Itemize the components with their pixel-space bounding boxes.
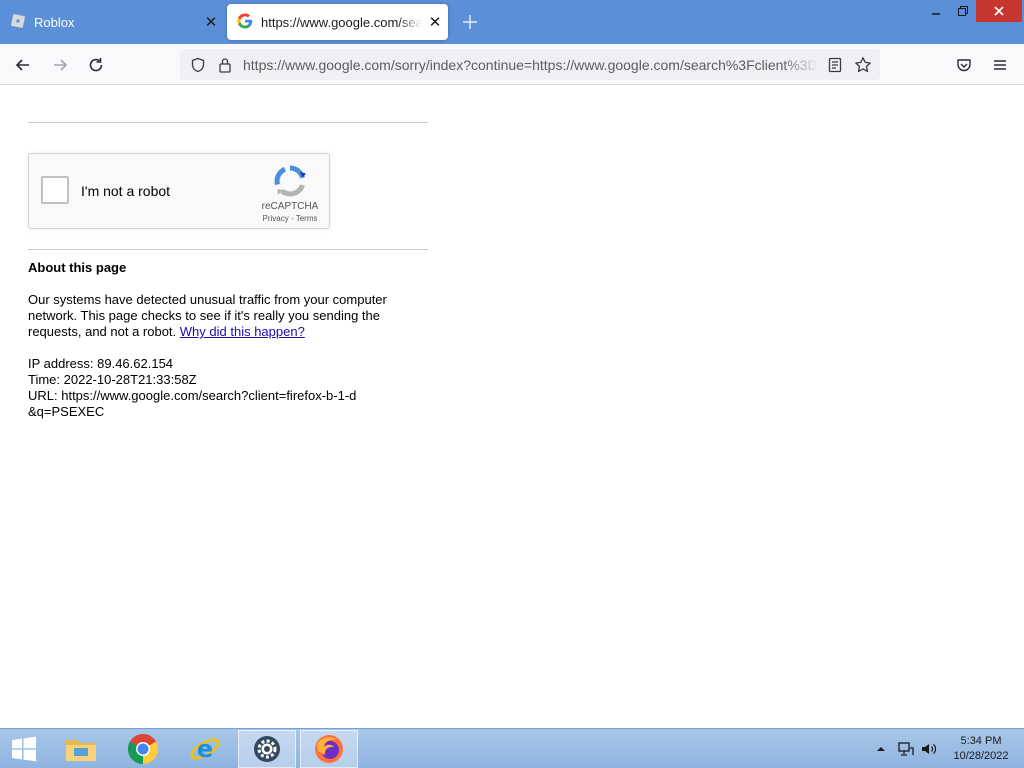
restore-window-button[interactable] [950,0,976,22]
reload-button[interactable] [83,52,109,78]
windows-taskbar: e 5:34 PM 10/28/2022 [0,728,1024,768]
divider [28,249,428,250]
settings-icon[interactable] [238,730,296,768]
recaptcha-brand: reCAPTCHA [261,201,319,212]
clock-date: 10/28/2022 [953,750,1009,762]
show-hidden-icons-icon[interactable] [876,739,886,759]
url-line: URL: https://www.google.com/search?clien… [28,388,357,419]
roblox-icon [10,13,26,32]
lock-icon[interactable] [215,55,235,75]
network-icon[interactable] [897,739,915,759]
windows-logo-icon [12,736,36,762]
recaptcha-widget: I'm not a robot reCAPTCHA Privacy - Term… [28,153,330,229]
google-icon [237,13,253,32]
internet-explorer-icon[interactable]: e [176,730,234,768]
tracking-protection-shield-icon[interactable] [188,55,208,75]
svg-text:e: e [197,735,213,763]
recaptcha-links: Privacy - Terms [255,214,325,223]
terms-link[interactable]: Terms [296,214,318,223]
tab-title: https://www.google.com/search?client=fir… [261,14,422,30]
privacy-link[interactable]: Privacy [263,214,289,223]
clock-time: 5:34 PM [960,735,1002,747]
taskbar-clock[interactable]: 5:34 PM 10/28/2022 [944,734,1018,764]
close-window-button[interactable] [976,0,1022,22]
back-button[interactable] [10,52,36,78]
recaptcha-label: I'm not a robot [81,183,171,199]
request-details: IP address: 89.46.62.154 Time: 2022-10-2… [28,356,428,420]
volume-icon[interactable] [920,739,938,759]
tab-roblox[interactable]: Roblox ✕ [0,4,224,40]
firefox-icon[interactable] [300,730,358,768]
hamburger-menu-icon[interactable] [987,52,1013,78]
new-tab-button[interactable] [458,10,482,34]
time-line: Time: 2022-10-28T21:33:58Z [28,372,197,387]
close-tab-icon[interactable]: ✕ [198,13,224,31]
browser-tab-strip: Roblox ✕ https://www.google.com/search?c… [0,0,1024,44]
forward-button[interactable] [47,52,73,78]
description-paragraph: Our systems have detected unusual traffi… [28,292,428,340]
recaptcha-checkbox[interactable] [41,176,69,204]
about-title: About this page [28,260,127,275]
tab-title: Roblox [34,14,75,30]
close-tab-icon[interactable]: ✕ [422,13,448,31]
bookmark-star-icon[interactable] [853,55,873,75]
address-bar[interactable]: https://www.google.com/sorry/index?conti… [180,49,880,80]
file-explorer-icon[interactable] [52,730,110,768]
pocket-icon[interactable] [951,52,977,78]
link-separator: - [288,214,296,223]
recaptcha-logo-icon [273,164,307,198]
minimize-window-button[interactable] [922,0,950,22]
chrome-icon[interactable] [114,730,172,768]
reader-view-icon[interactable] [825,55,845,75]
tab-google-search[interactable]: https://www.google.com/search?client=fir… [227,4,448,40]
why-did-this-happen-link[interactable]: Why did this happen? [180,324,305,339]
ip-address-line: IP address: 89.46.62.154 [28,356,174,371]
divider [28,122,428,123]
url-text[interactable]: https://www.google.com/sorry/index?conti… [243,57,818,73]
navigation-toolbar: https://www.google.com/sorry/index?conti… [0,44,1024,85]
start-button[interactable] [0,730,48,768]
